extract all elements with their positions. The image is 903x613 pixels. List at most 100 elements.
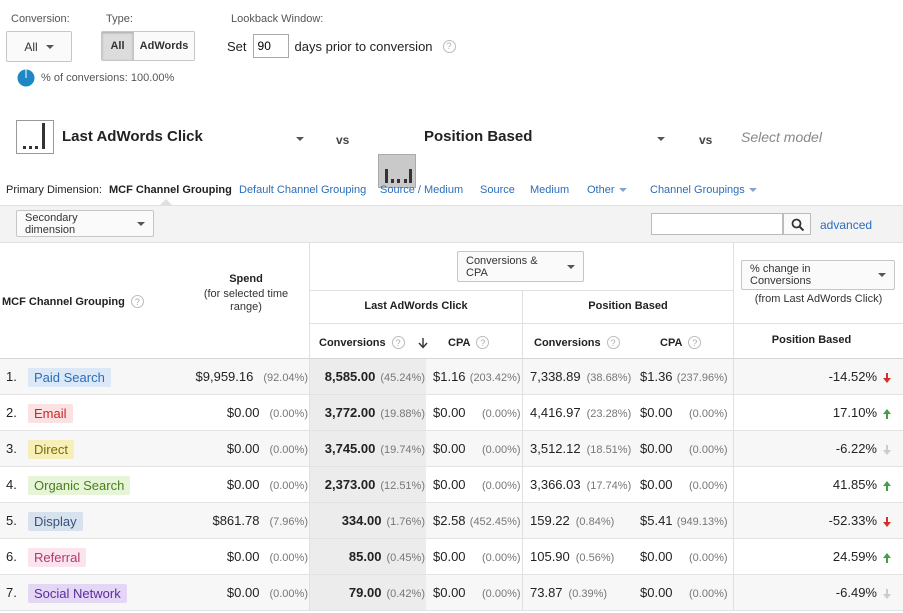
change-model-header: Position Based (771, 334, 852, 346)
channel-label[interactable]: Paid Search (28, 368, 111, 388)
change-cell: 24.59% (833, 539, 891, 575)
conv1-cell: 3,745.00 (19.74%) (325, 431, 425, 467)
cpa2-cell: $0.00 (0.00%) (640, 431, 728, 467)
channel-label[interactable]: Email (28, 404, 73, 424)
sub-conversions-2[interactable]: Conversions ? (534, 336, 620, 349)
spend-cell: $0.00 (0.00%) (227, 539, 308, 575)
dimension-link-medium[interactable]: Medium (530, 184, 569, 196)
spend-pct: (0.00%) (269, 480, 308, 492)
col-spend-subtitle: (for selected time range) (203, 288, 289, 313)
row-index: 2. (6, 395, 17, 431)
conv1-value: 334.00 (341, 513, 382, 528)
cpa1-value: $2.58 (433, 513, 466, 528)
model1-label[interactable]: Last AdWords Click (62, 128, 203, 145)
arrow-up-icon (883, 408, 891, 419)
help-icon[interactable]: ? (391, 336, 405, 349)
col-channel-header[interactable]: MCF Channel Grouping ? (2, 295, 144, 308)
arrow-up-icon (883, 552, 891, 563)
conv2-pct: (0.39%) (568, 588, 608, 600)
channel-cell[interactable]: Email (28, 395, 73, 431)
select-model-placeholder[interactable]: Select model (741, 129, 822, 145)
pct-conversions: % of conversions: 100.00% (17, 69, 174, 87)
row-index: 1. (6, 359, 17, 395)
type-adwords-button[interactable]: AdWords (134, 32, 194, 60)
channel-cell[interactable]: Referral (28, 539, 87, 575)
row-index-text: 6. (6, 549, 17, 564)
lookback-label: Lookback Window: (231, 13, 324, 25)
search-button[interactable] (783, 213, 811, 235)
sort-down-arrow-icon[interactable] (417, 337, 429, 349)
model2-chevron-down-icon[interactable] (657, 137, 665, 141)
cpa1-value: $0.00 (433, 585, 466, 600)
lookback-suffix: days prior to conversion (294, 38, 433, 54)
help-icon[interactable]: ? (442, 39, 456, 53)
channel-label[interactable]: Referral (28, 548, 87, 568)
conv1-value: 79.00 (348, 585, 382, 600)
sub-cpa-2[interactable]: CPA ? (660, 336, 702, 349)
lookback-days-input[interactable] (252, 34, 289, 58)
cpa2-value: $0.00 (640, 477, 673, 492)
model2-label[interactable]: Position Based (424, 128, 532, 145)
help-icon[interactable]: ? (130, 295, 144, 308)
dimension-link-source-medium[interactable]: Source / Medium (380, 184, 463, 196)
type-all-button[interactable]: All (102, 32, 134, 60)
cpa2-value: $0.00 (640, 585, 673, 600)
dimension-link-default-channel[interactable]: Default Channel Grouping (239, 184, 366, 196)
conv2-value: 4,416.97 (530, 405, 581, 420)
channel-groupings-dropdown[interactable]: Channel Groupings (650, 184, 757, 196)
channel-cell[interactable]: Organic Search (28, 467, 131, 503)
type-toggle: All AdWords (101, 31, 195, 61)
conv1-value: 85.00 (348, 549, 382, 564)
conv1-pct: (1.76%) (386, 516, 425, 528)
chevron-down-icon (748, 188, 757, 192)
conv2-pct: (18.51%) (586, 444, 632, 456)
channel-label[interactable]: Organic Search (28, 476, 131, 496)
row-index: 3. (6, 431, 17, 467)
conv2-value: 159.22 (530, 513, 570, 528)
spend-cell: $0.00 (0.00%) (227, 395, 308, 431)
dimension-link-source[interactable]: Source (480, 184, 515, 196)
dimension-active[interactable]: MCF Channel Grouping (109, 184, 232, 196)
model1-chevron-down-icon[interactable] (296, 137, 304, 141)
sub-conversions-1[interactable]: Conversions ? (319, 336, 429, 349)
dimension-other-dropdown[interactable]: Other (587, 184, 627, 196)
secondary-dimension-dropdown[interactable]: Secondary dimension (16, 210, 154, 237)
help-icon[interactable]: ? (688, 336, 702, 349)
spend-pct: (0.00%) (269, 588, 308, 600)
cpa2-cell: $0.00 (0.00%) (640, 395, 728, 431)
conv1-cell: 79.00 (0.42%) (349, 575, 425, 611)
chevron-down-icon (137, 221, 145, 226)
search-input[interactable] (651, 213, 783, 235)
change-value: 41.85% (832, 477, 877, 492)
lookback-row: Set days prior to conversion ? (227, 34, 456, 58)
help-icon[interactable]: ? (476, 336, 490, 349)
channel-label[interactable]: Social Network (28, 584, 127, 604)
cpa1-pct: (0.00%) (482, 480, 521, 492)
cpa1-cell: $0.00 (0.00%) (433, 575, 521, 611)
conv2-value: 73.87 (530, 585, 563, 600)
channel-cell[interactable]: Direct (28, 431, 74, 467)
conv1-pct: (19.74%) (380, 444, 425, 456)
metric-dropdown[interactable]: Conversions & CPA (457, 251, 584, 282)
cpa1-cell: $0.00 (0.00%) (433, 467, 521, 503)
sub-cpa-1[interactable]: CPA ? (448, 336, 490, 349)
change-metric-dropdown[interactable]: % change in Conversions (741, 260, 895, 290)
row-index-text: 2. (6, 405, 17, 420)
col-channel-title: MCF Channel Grouping (2, 295, 125, 308)
change-value: -14.52% (828, 369, 877, 384)
help-icon[interactable]: ? (606, 336, 620, 349)
channel-cell[interactable]: Display (28, 503, 83, 539)
channel-label[interactable]: Display (28, 512, 83, 532)
cpa1-cell: $2.58 (452.45%) (433, 503, 521, 539)
chevron-down-icon (878, 273, 886, 277)
conv2-cell: 159.22 (0.84%) (530, 503, 614, 539)
cpa1-pct: (203.42%) (469, 372, 521, 384)
conversion-dropdown[interactable]: All (6, 31, 72, 62)
conversion-value: All (24, 39, 38, 54)
conv2-pct: (17.74%) (586, 480, 632, 492)
conv1-cell: 3,772.00 (19.88%) (325, 395, 425, 431)
channel-label[interactable]: Direct (28, 440, 74, 460)
advanced-link[interactable]: advanced (820, 218, 872, 232)
channel-cell[interactable]: Social Network (28, 575, 127, 611)
channel-cell[interactable]: Paid Search (28, 359, 111, 395)
